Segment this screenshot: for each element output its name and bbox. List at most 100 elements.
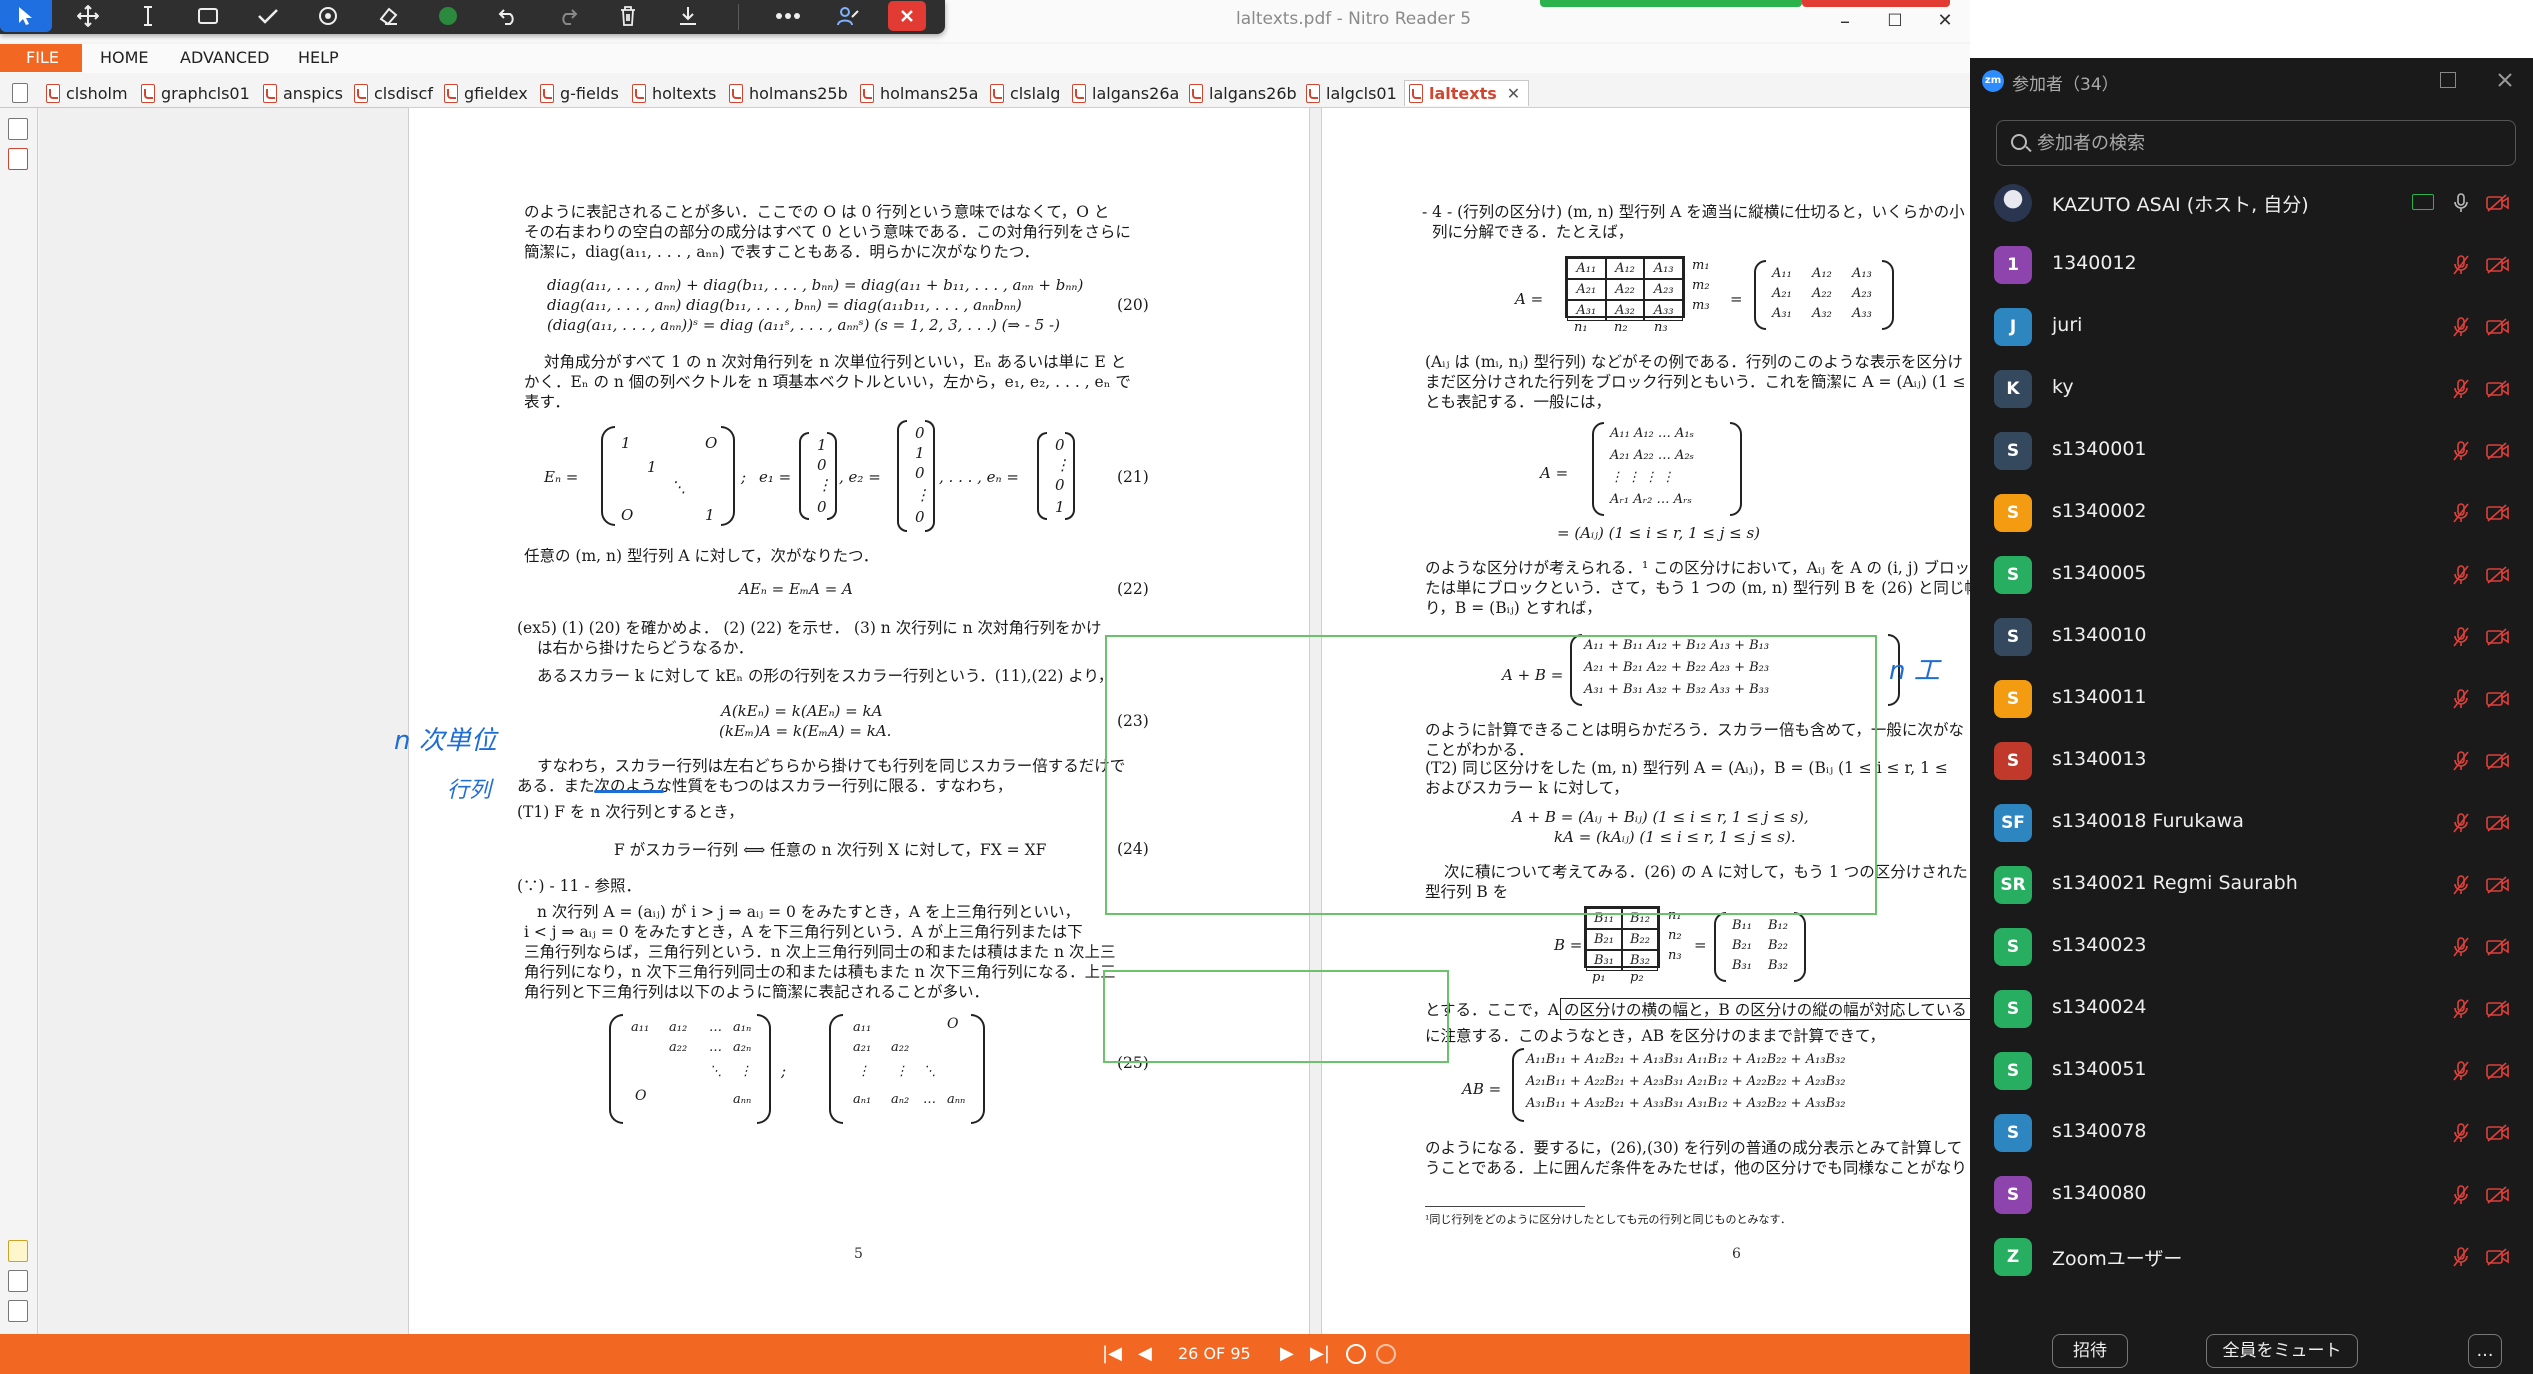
minimize-button[interactable]: – [1820,4,1870,38]
participant-row[interactable]: Jjuri [1970,296,2533,358]
participant-row[interactable]: Z Zoomユーザー [1970,1226,2533,1288]
save-annotation-button[interactable] [660,0,716,32]
camera-off-icon[interactable] [2486,318,2510,336]
page-indicator[interactable]: 26 OF 95 [1178,1344,1251,1363]
microphone-muted-icon[interactable] [2452,440,2470,462]
doc-tab-gfieldex[interactable]: gfieldex [444,80,528,106]
microphone-muted-icon[interactable] [2452,874,2470,896]
close-tab-icon[interactable]: ✕ [1507,84,1520,103]
maximize-button[interactable]: ☐ [1870,4,1920,38]
close-annotation-button[interactable] [888,1,926,31]
camera-off-icon[interactable] [2486,814,2510,832]
camera-off-icon[interactable] [2486,256,2510,274]
microphone-muted-icon[interactable] [2452,564,2470,586]
participant-row[interactable]: Ss1340051 [1970,1040,2533,1102]
participant-row[interactable]: Kky [1970,358,2533,420]
microphone-muted-icon[interactable] [2452,688,2470,710]
move-tool-button[interactable] [60,0,116,32]
camera-off-icon[interactable] [2486,504,2510,522]
annotation-rectangle[interactable] [1105,635,1877,915]
microphone-muted-icon[interactable] [2452,254,2470,276]
participant-annotate-button[interactable] [820,0,876,32]
participant-row[interactable]: Ss1340080 [1970,1164,2533,1226]
microphone-muted-icon[interactable] [2452,812,2470,834]
participant-row[interactable]: Ss1340078 [1970,1102,2533,1164]
camera-off-icon[interactable] [2486,442,2510,460]
file-tab[interactable]: FILE [0,44,82,72]
microphone-muted-icon[interactable] [2452,1184,2470,1206]
doc-tab-anspics[interactable]: anspics [263,80,343,106]
home-tab[interactable]: HOME [100,44,149,72]
microphone-muted-icon[interactable] [2452,502,2470,524]
participant-row[interactable]: Ss1340013 [1970,730,2533,792]
rectangle-tool-button[interactable] [180,0,236,32]
microphone-muted-icon[interactable] [2452,1246,2470,1268]
camera-off-icon[interactable] [2486,876,2510,894]
participant-row[interactable]: Ss1340005 [1970,544,2533,606]
last-page-button[interactable]: ▶| [1310,1344,1330,1364]
camera-off-icon[interactable] [2486,1248,2510,1266]
color-picker-button[interactable] [420,0,476,32]
participant-row[interactable]: Ss1340024 [1970,978,2533,1040]
camera-off-icon[interactable] [2486,628,2510,646]
mute-all-button[interactable]: 全員をミュート [2206,1334,2358,1368]
camera-off-icon[interactable] [2486,380,2510,398]
forward-view-icon[interactable] [1376,1344,1396,1364]
camera-off-icon[interactable] [2486,194,2510,212]
first-page-button[interactable]: |◀ [1102,1344,1122,1364]
advanced-tab[interactable]: ADVANCED [180,44,269,72]
doc-tab-lalgans26a[interactable]: lalgans26a [1072,80,1179,106]
doc-tab-laltexts[interactable]: laltexts ✕ [1404,80,1530,106]
participant-row[interactable]: Ss1340011 [1970,668,2533,730]
text-tool-button[interactable] [120,0,176,32]
stamp-tool-button[interactable] [300,0,356,32]
camera-off-icon[interactable] [2486,1186,2510,1204]
doc-tab-holtexts[interactable]: holtexts [632,80,716,106]
doc-tab-lalgans26b[interactable]: lalgans26b [1189,80,1297,106]
participant-row[interactable]: 1 1340012 [1970,234,2533,296]
microphone-muted-icon[interactable] [2452,378,2470,400]
doc-tab-clsholm[interactable]: clsholm [46,80,128,106]
doc-tab-lalgcls01[interactable]: lalgcls01 [1306,80,1397,106]
doc-tab-holmans25b[interactable]: holmans25b [729,80,848,106]
previous-page-button[interactable]: ◀ [1138,1344,1152,1364]
microphone-muted-icon[interactable] [2452,316,2470,338]
back-view-icon[interactable] [1346,1344,1366,1364]
attachments-icon[interactable] [8,148,28,170]
participant-row[interactable]: KAZUTO ASAI (ホスト, 自分) [1970,172,2533,234]
next-page-button[interactable]: ▶ [1280,1344,1294,1364]
camera-off-icon[interactable] [2486,1124,2510,1142]
popout-icon[interactable] [2440,72,2456,88]
invite-button[interactable]: 招待 [2052,1334,2128,1368]
participant-row[interactable]: SR s1340021 Regmi Saurabh [1970,854,2533,916]
layers-icon[interactable] [8,1300,28,1322]
microphone-muted-icon[interactable] [2452,750,2470,772]
doc-tab-holmans25a[interactable]: holmans25a [860,80,978,106]
more-options-button[interactable]: … [2468,1334,2502,1368]
camera-off-icon[interactable] [2486,690,2510,708]
close-window-button[interactable]: ✕ [1920,4,1970,38]
close-icon[interactable] [2497,72,2513,88]
bookmarks-icon[interactable] [8,118,28,140]
participant-row[interactable]: Ss1340010 [1970,606,2533,668]
microphone-muted-icon[interactable] [2452,626,2470,648]
pointer-tool-button[interactable] [0,0,52,32]
camera-off-icon[interactable] [2486,566,2510,584]
more-options-button[interactable] [760,0,816,32]
participant-row[interactable]: Ss1340001 [1970,420,2533,482]
participant-search-input[interactable] [2037,129,2497,157]
participant-row[interactable]: Ss1340023 [1970,916,2533,978]
camera-off-icon[interactable] [2486,1062,2510,1080]
microphone-icon[interactable] [2452,192,2470,214]
doc-tab-clsdiscf[interactable]: clsdiscf [354,80,433,106]
comments-icon[interactable] [8,1240,28,1262]
microphone-muted-icon[interactable] [2452,1060,2470,1082]
output-icon[interactable] [8,1270,28,1292]
checkmark-tool-button[interactable] [240,0,296,32]
undo-button[interactable] [480,0,536,32]
pages-panel-toggle[interactable] [12,80,28,106]
camera-off-icon[interactable] [2486,1000,2510,1018]
microphone-muted-icon[interactable] [2452,1122,2470,1144]
redo-button[interactable] [540,0,596,32]
help-tab[interactable]: HELP [298,44,339,72]
